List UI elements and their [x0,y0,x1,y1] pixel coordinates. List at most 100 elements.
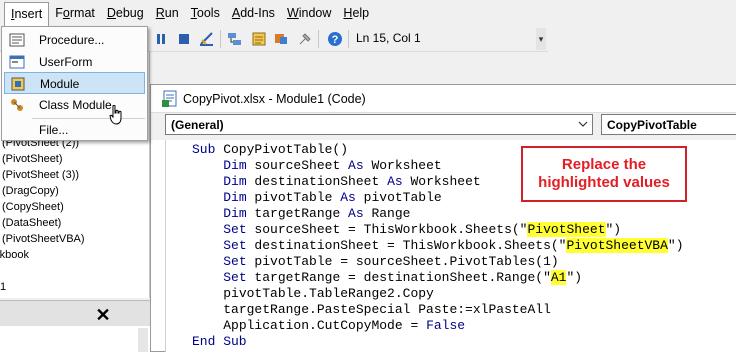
procedure-dropdown-value: CopyPivotTable [607,118,697,132]
code-keyword: Set [223,222,247,237]
tree-item: 1 [0,281,7,293]
callout-line: Replace the [561,156,647,173]
code-keyword: As [340,190,356,205]
tree-item[interactable]: (PivotSheet (3)) [2,169,79,181]
menu-tools-label: Tools [190,6,220,20]
menu-item-file[interactable]: File... [4,119,145,141]
code-token: targetRange.PasteSpecial Paste:=xlPasteA… [223,302,551,317]
code-token: pivotTable = sourceSheet.PivotTables(1) [246,254,559,269]
stop-icon[interactable] [175,30,192,47]
menu-tools[interactable]: Tools [185,2,226,24]
menu-item-label: Procedure... [39,33,105,47]
menu-item-class-module[interactable]: Class Module [4,94,145,116]
object-dropdown[interactable]: (General) [165,114,593,135]
highlighted-value: A1 [550,270,567,285]
menu-help[interactable]: Help [337,2,375,24]
toolbar-separator [318,30,319,48]
tree-item[interactable]: (PivotSheetVBA) [2,233,85,245]
menu-item-label: Module [40,77,80,91]
design-mode-icon[interactable] [198,30,215,47]
code-keyword: Sub [192,142,216,157]
svg-text:?: ? [331,34,338,46]
code-window-titlebar[interactable]: CopyPivot.xlsx - Module1 (Code) [151,85,736,113]
procedure-dropdown[interactable]: CopyPivotTable [601,114,736,135]
tree-item[interactable]: rkbook [0,249,29,261]
menu-window[interactable]: Window [281,2,337,24]
code-token: ") [605,222,622,237]
code-token: destinationSheet = ThisWorkbook.Sheets(" [246,238,567,253]
code-token: targetRange [246,206,349,221]
code-keyword: False [426,318,466,333]
menu-help-label: Help [343,6,370,20]
code-token: sourceSheet = ThisWorkbook.Sheets(" [246,222,528,237]
pause-icon[interactable] [152,30,169,47]
project-explorer-icon[interactable] [226,30,243,47]
code-window-title: CopyPivot.xlsx - Module1 (Code) [183,92,366,106]
menu-debug[interactable]: Debug [101,2,150,24]
cursor-position: Ln 15, Col 1 [356,31,421,45]
menu-addins[interactable]: Add-Ins [226,2,281,24]
code-token: targetRange = destinationSheet.Range(" [246,270,551,285]
procedure-bar: (General) CopyPivotTable [151,113,736,140]
menu-insert[interactable]: Insert [4,2,50,26]
code-token: Worksheet [402,174,481,189]
procedure-icon [9,32,25,48]
code-keyword: As [348,158,364,173]
code-keyword: Dim [223,190,247,205]
toolbox-icon[interactable] [296,30,313,47]
menu-window-label: Window [286,6,332,20]
menu-item-label: UserForm [39,55,93,69]
menu-item-label: File... [39,123,69,137]
code-keyword: Dim [223,174,247,189]
menu-format-label: Format [55,6,95,20]
tree-item[interactable]: (PivotSheet) [2,153,63,165]
menu-bar: Insert Format Debug Run Tools Add-Ins Wi… [0,0,736,26]
properties-scrollbar[interactable] [138,328,148,352]
code-token: pivotTable [355,190,442,205]
code-token: Worksheet [363,158,442,173]
menu-debug-label: Debug [106,6,144,20]
object-browser-icon[interactable] [272,30,289,47]
module-icon [10,76,26,92]
menu-format[interactable]: Format [49,2,101,24]
code-keyword: Set [223,270,247,285]
menu-item-label: Class Module [39,98,112,112]
annotation-callout: Replace the highlighted values [521,146,687,202]
chevron-down-icon [578,121,588,127]
insert-menu: Procedure... UserForm Module Class Modul… [1,26,148,141]
menu-run[interactable]: Run [150,2,185,24]
code-token: destinationSheet [246,174,388,189]
menu-item-procedure[interactable]: Procedure... [4,29,145,51]
code-keyword: Dim [223,206,247,221]
toolbar-separator [220,30,221,48]
highlighted-value: PivotSheet [527,222,606,237]
toolbar-overflow-icon[interactable]: ▾ [536,28,546,50]
help-icon[interactable]: ? [326,30,343,47]
tree-item[interactable]: (CopySheet) [2,201,64,213]
code-token: Range [363,206,411,221]
close-icon[interactable]: ✕ [93,305,113,325]
class-module-icon [9,97,25,113]
code-token: ") [566,270,583,285]
mouse-cursor-icon [109,105,122,125]
object-dropdown-value: (General) [171,118,224,132]
code-token: CopyPivotTable() [215,142,349,157]
code-keyword: Dim [223,158,247,173]
tree-item[interactable]: (DataSheet) [2,217,61,229]
tree-item[interactable]: (DragCopy) [2,185,59,197]
properties-body [0,326,150,352]
callout-line: highlighted values [538,174,670,191]
menu-item-userform[interactable]: UserForm [4,51,145,73]
code-module-icon [161,90,179,108]
userform-icon [9,54,25,70]
code-token: Application.CutCopyMode = [223,318,427,333]
toolbar-separator [348,30,349,48]
code-token: ") [667,238,684,253]
highlighted-value: PivotSheetVBA [566,238,668,253]
code-keyword: As [387,174,403,189]
code-keyword: Set [223,238,247,253]
code-token: pivotTable [246,190,341,205]
menu-item-module[interactable]: Module [4,72,145,94]
code-token: sourceSheet [246,158,349,173]
properties-window-icon[interactable] [250,30,267,47]
